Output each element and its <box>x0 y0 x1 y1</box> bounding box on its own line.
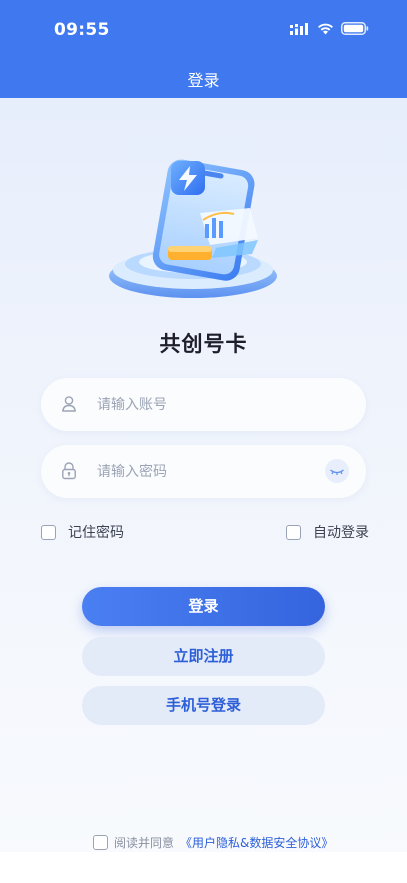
app-header: 09:55 登录 <box>0 0 407 98</box>
status-time: 09:55 <box>54 20 110 40</box>
register-button[interactable]: 立即注册 <box>82 637 325 676</box>
password-field[interactable] <box>41 445 366 498</box>
password-visibility-toggle[interactable] <box>325 459 349 483</box>
privacy-agreement-link[interactable]: 《用户隐私&数据安全协议》 <box>180 834 333 851</box>
agreement-row: 阅读并同意 《用户隐私&数据安全协议》 <box>93 834 333 851</box>
nav-title: 登录 <box>187 71 220 90</box>
phone-login-button[interactable]: 手机号登录 <box>82 686 325 725</box>
bottom-area <box>0 852 407 883</box>
remember-password-checkbox[interactable] <box>41 524 56 540</box>
eye-closed-icon <box>330 469 344 475</box>
remember-password-label: 记住密码 <box>68 525 124 541</box>
phone-card-illustration <box>109 159 277 298</box>
auto-login-checkbox[interactable] <box>286 524 301 540</box>
agreement-prefix: 阅读并同意 <box>114 836 175 850</box>
login-screen: 09:55 登录 共创号卡 请输入账号 记住密码 自动登录 登录 立即注册 手机… <box>0 0 407 883</box>
signal-icon <box>290 22 308 35</box>
wifi-icon <box>318 23 333 34</box>
user-icon <box>62 396 76 412</box>
remember-password-option[interactable]: 记住密码 <box>41 522 124 542</box>
app-name: 共创号卡 <box>159 332 248 356</box>
login-button[interactable]: 登录 <box>82 587 325 626</box>
auto-login-label: 自动登录 <box>313 525 369 541</box>
status-icons <box>290 22 369 35</box>
agreement-checkbox[interactable] <box>93 835 108 850</box>
auto-login-option[interactable]: 自动登录 <box>286 522 369 542</box>
password-input[interactable] <box>97 445 327 498</box>
lock-icon <box>62 462 76 480</box>
account-field[interactable] <box>41 378 366 431</box>
battery-icon <box>341 22 369 35</box>
account-input[interactable] <box>97 378 327 431</box>
